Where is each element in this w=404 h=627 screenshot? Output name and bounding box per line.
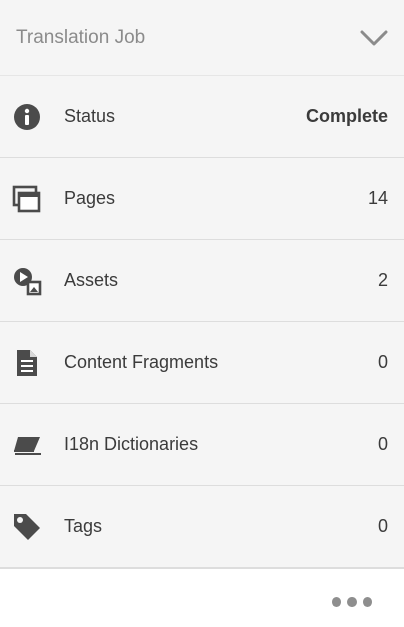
info-icon: [12, 102, 42, 132]
row-value: 14: [367, 188, 388, 208]
tag-icon: [12, 512, 42, 542]
job-properties-list: Status Complete Pages 14 Assets 2 Conten…: [0, 76, 404, 568]
translation-job-card: Translation Job Status Complete Pages 14…: [0, 0, 404, 627]
row-value: 0: [377, 352, 388, 372]
more-dot: [347, 597, 357, 607]
document-icon: [12, 348, 42, 378]
row-label: I18n Dictionaries: [64, 434, 199, 454]
more-icon[interactable]: [332, 595, 372, 609]
card-header[interactable]: Translation Job: [0, 0, 404, 76]
card-footer: [0, 568, 404, 627]
row-label: Pages: [64, 188, 116, 208]
row-label: Status: [64, 106, 116, 126]
row-tags: Tags 0: [0, 486, 404, 568]
more-dot: [362, 597, 372, 607]
pages-icon: [12, 184, 42, 214]
row-i18n-dictionaries: I18n Dictionaries 0: [0, 404, 404, 486]
card-title: Translation Job: [16, 26, 146, 48]
row-value: Complete: [305, 106, 388, 126]
row-value: 2: [377, 270, 388, 290]
assets-icon: [12, 266, 42, 296]
row-value: 0: [377, 516, 388, 536]
row-content-fragments: Content Fragments 0: [0, 322, 404, 404]
row-status: Status Complete: [0, 76, 404, 158]
row-label: Content Fragments: [64, 352, 219, 372]
eraser-icon: [12, 430, 42, 460]
row-value: 0: [377, 434, 388, 454]
row-pages: Pages 14: [0, 158, 404, 240]
more-dot: [332, 597, 342, 607]
row-assets: Assets 2: [0, 240, 404, 322]
row-label: Assets: [64, 270, 119, 290]
row-label: Tags: [64, 516, 103, 536]
chevron-down-icon[interactable]: [360, 28, 388, 48]
